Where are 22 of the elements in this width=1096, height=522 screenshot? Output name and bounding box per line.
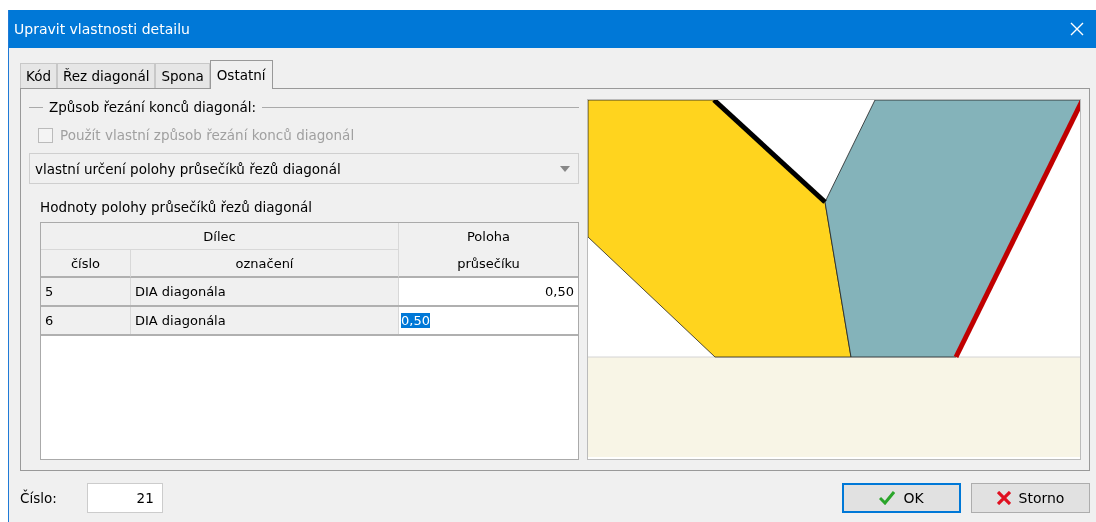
tab[interactable]: Řez diagonál bbox=[57, 63, 156, 88]
tab[interactable]: Kód bbox=[20, 63, 57, 88]
tab[interactable]: Spona bbox=[155, 63, 210, 88]
window-title: Upravit vlastnosti detailu bbox=[14, 21, 190, 37]
cancel-button[interactable]: Storno bbox=[971, 482, 1090, 513]
tab[interactable]: Ostatní bbox=[209, 60, 273, 89]
group-title: Způsob řezání konců diagonál: bbox=[49, 99, 256, 115]
table-cell: 5 bbox=[41, 278, 131, 305]
close-icon[interactable] bbox=[1070, 22, 1084, 36]
dropdown[interactable]: vlastní určení polohy průsečíků řezů diagonál bbox=[29, 153, 579, 184]
checkmark-icon bbox=[879, 490, 896, 505]
cross-icon bbox=[996, 490, 1011, 505]
number-field[interactable]: 21 bbox=[86, 482, 163, 513]
table-cell: DIA diagonála bbox=[131, 307, 399, 334]
table-cell: DIA diagonála bbox=[131, 278, 399, 305]
table-title: Hodnoty polohy průsečíků řezů diagonál bbox=[40, 199, 313, 215]
checkbox-label: Použít vlastní způsob řezání konců diagonál bbox=[60, 127, 355, 143]
ok-button[interactable]: OK bbox=[842, 482, 961, 513]
caret-icon bbox=[560, 165, 570, 172]
table-cell: 6 bbox=[41, 307, 131, 334]
number-label: Číslo: bbox=[20, 489, 57, 506]
column-header: Dílec bbox=[41, 223, 399, 250]
